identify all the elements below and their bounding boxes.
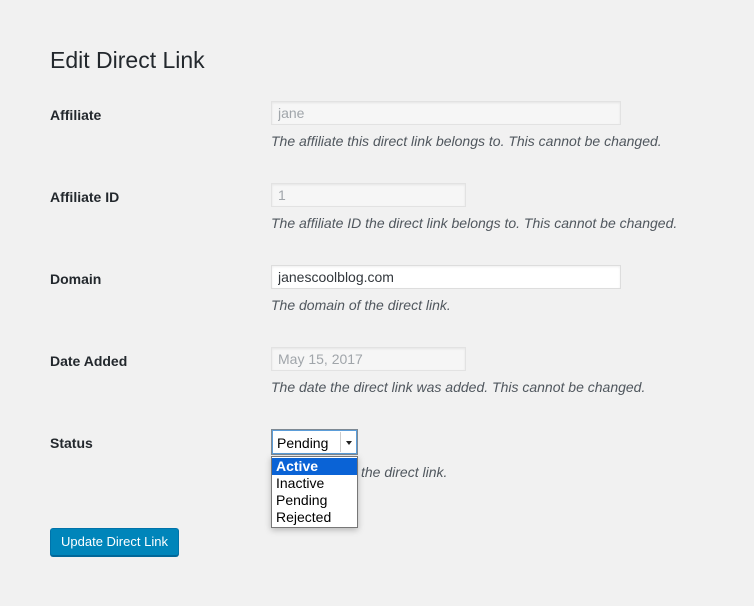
status-option-rejected[interactable]: Rejected (272, 509, 357, 526)
affiliate-id-label: Affiliate ID (50, 189, 120, 205)
status-option-pending[interactable]: Pending (272, 492, 357, 509)
domain-description: The domain of the direct link. (271, 297, 451, 313)
status-option-inactive[interactable]: Inactive (272, 475, 357, 492)
affiliate-field[interactable] (271, 101, 621, 125)
date-added-description: The date the direct link was added. This… (271, 379, 646, 395)
date-added-label: Date Added (50, 353, 128, 369)
page-title: Edit Direct Link (50, 47, 205, 73)
domain-label: Domain (50, 271, 102, 287)
chevron-down-icon (346, 441, 352, 445)
update-direct-link-button[interactable]: Update Direct Link (50, 528, 179, 556)
status-option-active[interactable]: Active (272, 458, 357, 475)
date-added-field[interactable] (271, 347, 466, 371)
domain-field[interactable] (271, 265, 621, 289)
affiliate-id-description: The affiliate ID the direct link belongs… (271, 215, 678, 231)
status-select-value: Pending (277, 435, 329, 451)
affiliate-label: Affiliate (50, 107, 102, 123)
affiliate-id-field[interactable] (271, 183, 466, 207)
status-label: Status (50, 435, 93, 451)
affiliate-description: The affiliate this direct link belongs t… (271, 133, 662, 149)
status-select[interactable]: Pending (271, 429, 358, 455)
status-select-arrow-area[interactable] (340, 432, 356, 452)
status-dropdown-list: Active Inactive Pending Rejected (271, 456, 358, 528)
status-description: the direct link. (361, 464, 448, 480)
